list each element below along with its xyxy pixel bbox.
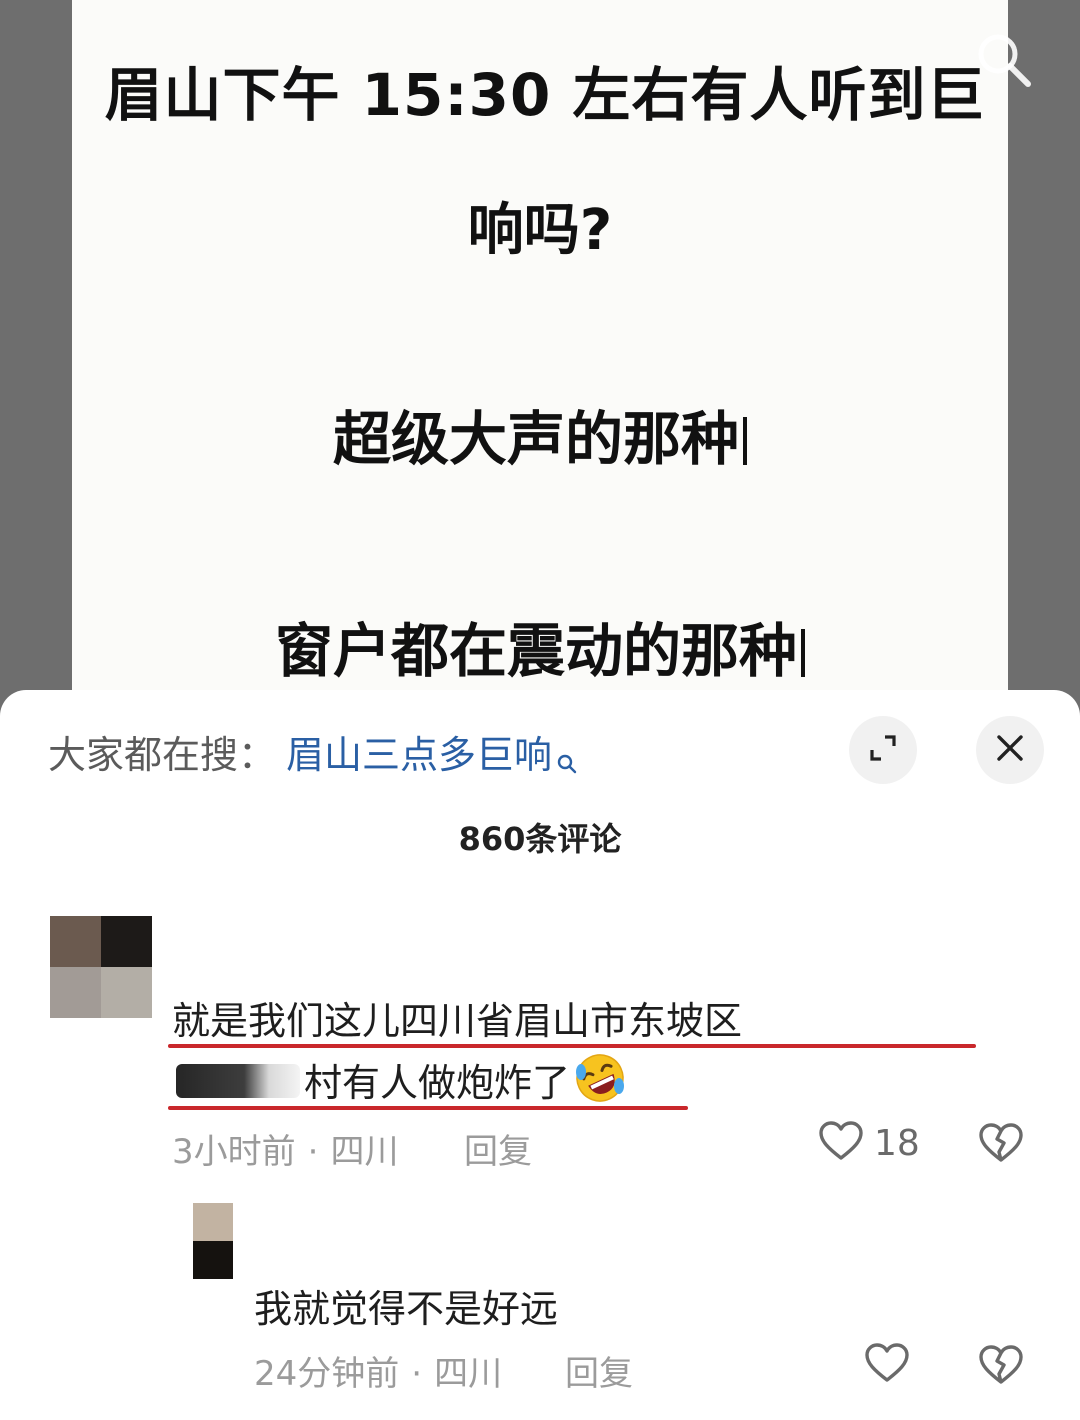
close-icon (995, 733, 1025, 767)
comment-text: 村有人做炮炸了 (304, 1061, 571, 1105)
broken-heart-icon (978, 1123, 1024, 1168)
trending-search-label: 大家都在搜： (48, 732, 277, 777)
comment-time: 3小时前 (172, 1132, 296, 1172)
comment-text-line-2: 村有人做炮炸了 (304, 1052, 626, 1107)
comment-count: 860条评论 (458, 820, 622, 858)
like-count: 18 (874, 1122, 920, 1164)
caption-text: 窗户都在震动的那种 (274, 617, 797, 685)
dislike-button[interactable] (978, 1122, 1024, 1168)
laughing-crying-emoji-icon (574, 1052, 626, 1104)
like-button[interactable]: 18 (818, 1120, 920, 1166)
avatar[interactable] (193, 1203, 233, 1279)
reply-text: 我就觉得不是好远 (254, 1287, 559, 1331)
comment-time: 24分钟前 (254, 1354, 400, 1394)
reply-button[interactable]: 回复 (464, 1124, 532, 1173)
comment-panel: 大家都在搜： 眉山三点多巨响 860条评论 就是我们这儿四川省眉山市东坡区 村有… (0, 690, 1080, 1420)
caption-text: 超级大声的那种 (332, 405, 739, 473)
like-button[interactable] (864, 1342, 910, 1388)
reply-button[interactable]: 回复 (565, 1346, 633, 1395)
broken-heart-icon (978, 1345, 1024, 1390)
text-cursor (743, 417, 747, 465)
close-button[interactable] (976, 716, 1044, 784)
video-caption-line-4: 窗户都在震动的那种 (72, 604, 1008, 688)
redacted-text (176, 1064, 300, 1098)
video-caption-line-2: 响吗? (467, 198, 613, 263)
comment-location: 四川 (330, 1132, 399, 1172)
video-caption-line-1: 眉山下午 15:30 左右有人听到巨 (104, 61, 986, 129)
comment-location: 四川 (434, 1354, 503, 1394)
heart-icon (818, 1120, 864, 1166)
highlight-underline (168, 1106, 688, 1110)
video-player[interactable]: 眉山下午 15:30 左右有人听到巨 响吗? 超级大声的那种 窗户都在震动的那种 (0, 0, 1080, 720)
search-icon[interactable] (556, 740, 578, 774)
comment-meta: 3小时前 · 四川 (172, 1132, 399, 1172)
video-frame: 眉山下午 15:30 左右有人听到巨 响吗? 超级大声的那种 窗户都在震动的那种 (72, 0, 1008, 720)
text-cursor (801, 629, 805, 677)
trending-search-link[interactable]: 眉山三点多巨响 (286, 724, 552, 779)
search-icon[interactable] (972, 28, 1036, 92)
trending-search: 大家都在搜： 眉山三点多巨响 (48, 724, 578, 779)
comment-text-line-1: 就是我们这儿四川省眉山市东坡区 (172, 999, 743, 1043)
avatar[interactable] (50, 916, 152, 1018)
heart-icon (864, 1342, 910, 1388)
comment-meta: 24分钟前 · 四川 (254, 1354, 503, 1394)
expand-button[interactable] (849, 716, 917, 784)
dislike-button[interactable] (978, 1344, 1024, 1390)
expand-icon (866, 731, 900, 769)
video-caption-line-3: 超级大声的那种 (72, 392, 1008, 476)
highlight-underline (168, 1044, 976, 1048)
